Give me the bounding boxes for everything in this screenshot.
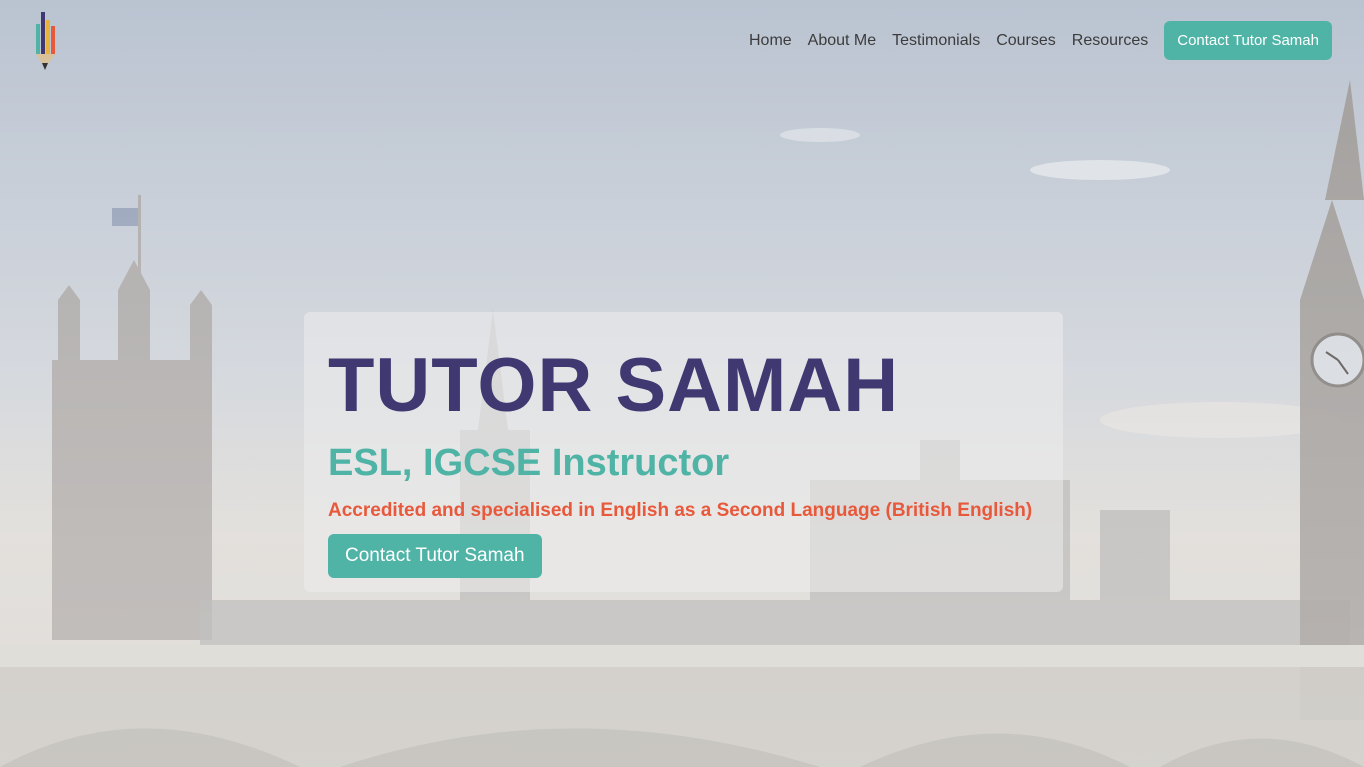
pencil-logo-icon[interactable] [32,10,58,72]
nav-link-home[interactable]: Home [749,32,792,50]
top-navbar: Home About Me Testimonials Courses Resou… [0,0,1364,82]
nav-contact-button[interactable]: Contact Tutor Samah [1164,21,1332,60]
nav-link-about-me[interactable]: About Me [808,32,876,50]
hero-contact-button[interactable]: Contact Tutor Samah [328,534,542,578]
hero-tagline: Accredited and specialised in English as… [328,500,1033,521]
nav-link-courses[interactable]: Courses [996,32,1056,50]
nav-link-resources[interactable]: Resources [1072,32,1148,50]
hero-title: TUTOR SAMAH [328,343,900,428]
hero-subtitle: ESL, IGCSE Instructor [328,442,730,484]
nav-menu: Home About Me Testimonials Courses Resou… [749,21,1332,60]
nav-link-testimonials[interactable]: Testimonials [892,32,980,50]
hero-card: TUTOR SAMAH ESL, IGCSE Instructor Accred… [304,312,1063,592]
